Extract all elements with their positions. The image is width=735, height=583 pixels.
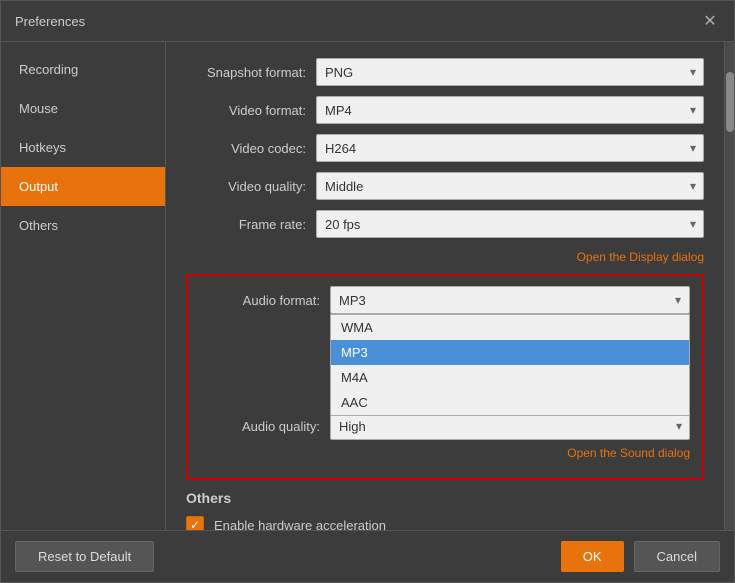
snapshot-format-row: Snapshot format: PNG ▾: [186, 58, 704, 86]
video-quality-row: Video quality: Middle ▾: [186, 172, 704, 200]
audio-quality-label: Audio quality:: [200, 419, 330, 434]
snapshot-format-select[interactable]: PNG: [316, 58, 704, 86]
footer: Reset to Default OK Cancel: [1, 530, 734, 582]
audio-format-label: Audio format:: [200, 293, 330, 308]
sidebar-item-hotkeys[interactable]: Hotkeys: [1, 128, 165, 167]
audio-format-row: Audio format: MP3 ▾ WMA MP3 M4A AAC: [200, 286, 690, 314]
frame-rate-select-wrapper: 20 fps ▾: [316, 210, 704, 238]
video-codec-label: Video codec:: [186, 141, 316, 156]
title-bar: Preferences ✕: [1, 1, 734, 42]
audio-option-aac[interactable]: AAC: [331, 390, 689, 415]
audio-option-mp3[interactable]: MP3: [331, 340, 689, 365]
checkbox-row-1: ✓ Enable hardware acceleration: [186, 516, 704, 530]
checkmark-1: ✓: [190, 519, 200, 530]
preferences-dialog: Preferences ✕ Recording Mouse Hotkeys Ou…: [0, 0, 735, 583]
frame-rate-row: Frame rate: 20 fps ▾: [186, 210, 704, 238]
audio-format-dropdown-list: WMA MP3 M4A AAC: [330, 314, 690, 416]
ok-button[interactable]: OK: [561, 541, 624, 572]
audio-quality-select-wrapper: High ▾: [330, 412, 690, 440]
video-codec-select[interactable]: H264: [316, 134, 704, 162]
footer-right-buttons: OK Cancel: [561, 541, 720, 572]
scrollbar[interactable]: [724, 42, 734, 530]
snapshot-format-select-wrapper: PNG ▾: [316, 58, 704, 86]
sidebar-item-others[interactable]: Others: [1, 206, 165, 245]
close-button[interactable]: ✕: [700, 11, 720, 31]
reset-button[interactable]: Reset to Default: [15, 541, 154, 572]
content-area: Recording Mouse Hotkeys Output Others Sn…: [1, 42, 734, 530]
video-quality-select-wrapper: Middle ▾: [316, 172, 704, 200]
video-codec-row: Video codec: H264 ▾: [186, 134, 704, 162]
main-panel: Snapshot format: PNG ▾ Video format: MP4: [166, 42, 724, 530]
audio-format-dropdown-arrow: ▾: [675, 293, 681, 307]
open-display-dialog-row: Open the Display dialog: [186, 248, 704, 266]
others-title: Others: [186, 490, 704, 506]
audio-quality-select[interactable]: High: [330, 412, 690, 440]
cancel-button[interactable]: Cancel: [634, 541, 720, 572]
audio-quality-row: Audio quality: High ▾: [200, 412, 690, 440]
frame-rate-select[interactable]: 20 fps: [316, 210, 704, 238]
open-display-dialog-link[interactable]: Open the Display dialog: [577, 250, 704, 264]
open-sound-dialog-link[interactable]: Open the Sound dialog: [567, 446, 690, 460]
checkbox-label-1: Enable hardware acceleration: [214, 518, 386, 531]
checkbox-hardware-accel[interactable]: ✓: [186, 516, 204, 530]
sidebar-item-mouse[interactable]: Mouse: [1, 89, 165, 128]
open-sound-dialog-row: Open the Sound dialog: [200, 444, 690, 462]
snapshot-format-label: Snapshot format:: [186, 65, 316, 80]
audio-format-dropdown-container: MP3 ▾ WMA MP3 M4A AAC: [330, 286, 690, 314]
video-format-select-wrapper: MP4 ▾: [316, 96, 704, 124]
audio-format-selected[interactable]: MP3 ▾: [330, 286, 690, 314]
others-section: Others ✓ Enable hardware acceleration ✓ …: [186, 490, 704, 530]
video-format-label: Video format:: [186, 103, 316, 118]
video-codec-select-wrapper: H264 ▾: [316, 134, 704, 162]
scroll-thumb[interactable]: [726, 72, 734, 132]
audio-option-m4a[interactable]: M4A: [331, 365, 689, 390]
sidebar: Recording Mouse Hotkeys Output Others: [1, 42, 166, 530]
sidebar-item-recording[interactable]: Recording: [1, 50, 165, 89]
audio-option-wma[interactable]: WMA: [331, 315, 689, 340]
frame-rate-label: Frame rate:: [186, 217, 316, 232]
video-quality-select[interactable]: Middle: [316, 172, 704, 200]
video-format-select[interactable]: MP4: [316, 96, 704, 124]
video-format-row: Video format: MP4 ▾: [186, 96, 704, 124]
sidebar-item-output[interactable]: Output: [1, 167, 165, 206]
audio-section: Audio format: MP3 ▾ WMA MP3 M4A AAC: [186, 274, 704, 480]
video-quality-label: Video quality:: [186, 179, 316, 194]
dialog-title: Preferences: [15, 14, 85, 29]
